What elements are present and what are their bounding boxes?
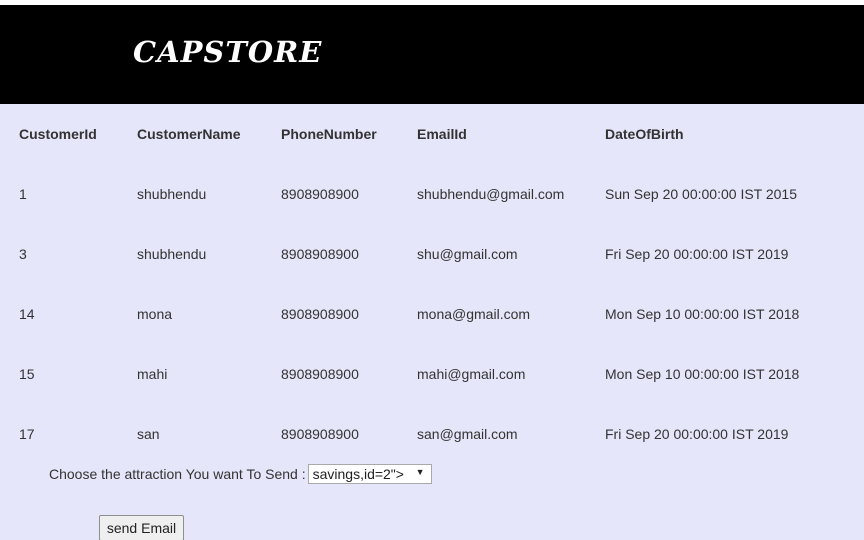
cell-customer-name: mahi <box>137 366 168 382</box>
cell-customer-id: 14 <box>19 306 35 322</box>
column-header-customername: CustomerName <box>137 126 241 142</box>
attraction-select-value: savings,id=2"> <box>312 466 404 482</box>
cell-phone-number: 8908908900 <box>281 306 359 322</box>
cell-phone-number: 8908908900 <box>281 186 359 202</box>
cell-date-of-birth: Sun Sep 20 00:00:00 IST 2015 <box>605 186 798 202</box>
cell-date-of-birth: Fri Sep 20 00:00:00 IST 2019 <box>605 246 789 262</box>
table-row: 17 san 8908908900 san@gmail.com Fri Sep … <box>0 404 864 464</box>
table-row: 3 shubhendu 8908908900 shu@gmail.com Fri… <box>0 224 864 284</box>
cell-customer-name: shubhendu <box>137 186 207 202</box>
cell-customer-name: san <box>137 426 160 442</box>
cell-customer-name: shubhendu <box>137 246 207 262</box>
cell-date-of-birth: Fri Sep 20 00:00:00 IST 2019 <box>605 426 789 442</box>
cell-customer-id: 17 <box>19 426 35 442</box>
cell-customer-id: 1 <box>19 186 27 202</box>
column-header-dateofbirth: DateOfBirth <box>605 126 684 142</box>
capstore-logo: CAPSTORE <box>133 35 323 69</box>
attraction-label: Choose the attraction You want To Send : <box>49 466 306 482</box>
cell-phone-number: 8908908900 <box>281 426 359 442</box>
cell-date-of-birth: Mon Sep 10 00:00:00 IST 2018 <box>605 366 800 382</box>
cell-customer-id: 15 <box>19 366 35 382</box>
cell-customer-id: 3 <box>19 246 27 262</box>
send-email-button[interactable]: send Email <box>99 515 184 540</box>
table-header-row: CustomerId CustomerName PhoneNumber Emai… <box>0 104 864 164</box>
column-header-phonenumber: PhoneNumber <box>281 126 377 142</box>
column-header-customerid: CustomerId <box>19 126 97 142</box>
dropdown-arrow-icon: ▼ <box>415 467 425 477</box>
cell-email-id: mahi@gmail.com <box>417 366 526 382</box>
customers-table: CustomerId CustomerName PhoneNumber Emai… <box>0 104 864 464</box>
cell-phone-number: 8908908900 <box>281 246 359 262</box>
attraction-chooser: Choose the attraction You want To Send :… <box>49 464 432 484</box>
table-row: 14 mona 8908908900 mona@gmail.com Mon Se… <box>0 284 864 344</box>
cell-email-id: mona@gmail.com <box>417 306 531 322</box>
cell-email-id: shu@gmail.com <box>417 246 518 262</box>
table-row: 1 shubhendu 8908908900 shubhendu@gmail.c… <box>0 164 864 224</box>
cell-email-id: san@gmail.com <box>417 426 518 442</box>
cell-phone-number: 8908908900 <box>281 366 359 382</box>
attraction-select[interactable]: savings,id=2"> ▼ <box>307 464 432 484</box>
cell-customer-name: mona <box>137 306 173 322</box>
cell-date-of-birth: Mon Sep 10 00:00:00 IST 2018 <box>605 306 800 322</box>
cell-email-id: shubhendu@gmail.com <box>417 186 565 202</box>
site-header: CAPSTORE <box>0 5 864 104</box>
column-header-emailid: EmailId <box>417 126 467 142</box>
table-row: 15 mahi 8908908900 mahi@gmail.com Mon Se… <box>0 344 864 404</box>
